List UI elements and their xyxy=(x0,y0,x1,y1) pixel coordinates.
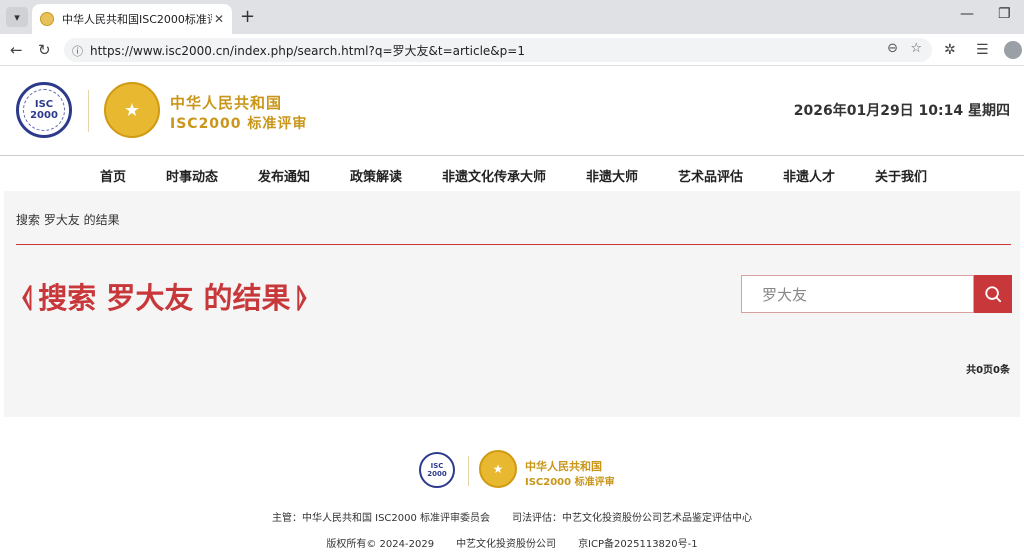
footer-judicial: 司法评估：中艺文化投资股份公司艺术品鉴定评估中心 xyxy=(512,513,753,524)
new-tab-icon[interactable]: + xyxy=(240,6,255,27)
tab-list-chevron-icon[interactable]: ▾ xyxy=(6,7,28,27)
search-icon xyxy=(985,286,1002,303)
page-title: 搜索 罗大友 的结果 xyxy=(38,281,291,315)
nav-item-news[interactable]: 时事动态 xyxy=(166,166,218,185)
zoom-icon[interactable]: ⊖ xyxy=(887,41,898,56)
footer-logo-divider xyxy=(468,456,469,486)
search-button[interactable] xyxy=(974,275,1012,313)
favicon-icon xyxy=(40,12,54,26)
browser-tabbar: ▾ 中华人民共和国ISC2000标准评审 ✕ + — ❐ xyxy=(0,0,1024,34)
isc-logo-inner: ISC 2000 xyxy=(23,89,65,131)
main-nav: 首页 时事动态 发布通知 政策解读 非遗文化传承大师 非遗大师 艺术品评估 非遗… xyxy=(0,157,1024,191)
restore-icon[interactable]: ❐ xyxy=(998,6,1011,22)
bookmark-star-icon[interactable]: ☆ xyxy=(910,41,922,56)
breadcrumb: 搜索 罗大友 的结果 xyxy=(16,213,120,227)
footer-isc-logo: ISC 2000 xyxy=(419,452,455,488)
org-name-cn: 中华人民共和国 xyxy=(170,94,283,112)
nav-item-policy[interactable]: 政策解读 xyxy=(350,166,402,185)
address-bar[interactable]: ⓘ https://www.isc2000.cn/index.php/searc… xyxy=(64,38,932,62)
site-footer: ISC 2000 ★ 中华人民共和国 ISC2000 标准评审 主管：中华人民共… xyxy=(0,417,1024,555)
extensions-icon[interactable]: ✲ xyxy=(944,42,956,58)
footer-emblem-icon: ★ xyxy=(479,450,517,488)
profile-avatar-icon[interactable] xyxy=(1004,41,1022,59)
divider xyxy=(16,244,1011,245)
current-datetime: 2026年01月29日 10:14 星期四 xyxy=(793,103,1010,119)
isc-logo-top: ISC xyxy=(34,99,54,110)
nav-item-notices[interactable]: 发布通知 xyxy=(258,166,310,185)
tab-title: 中华人民共和国ISC2000标准评审 xyxy=(62,13,212,26)
footer-icp[interactable]: 京ICP备2025113820号-1 xyxy=(578,539,698,550)
left-ornament-icon: ⦉ xyxy=(22,279,33,312)
org-name-en: ISC2000 标准评审 xyxy=(170,116,308,132)
footer-copyright: 版权所有© 2024-2029 xyxy=(326,539,435,550)
address-toolbar: ← ↻ ⓘ https://www.isc2000.cn/index.php/s… xyxy=(0,34,1024,66)
footer-line-2: 版权所有© 2024-2029 中艺文化投资股份公司 京ICP备2025113820… xyxy=(0,535,1024,550)
minimize-icon[interactable]: — xyxy=(960,6,974,22)
browser-tab[interactable]: 中华人民共和国ISC2000标准评审 ✕ xyxy=(32,4,232,34)
search-input[interactable]: 罗大友 xyxy=(741,275,974,313)
logo-divider xyxy=(88,90,89,132)
nav-item-art-appraisal[interactable]: 艺术品评估 xyxy=(678,166,743,185)
back-icon[interactable]: ← xyxy=(10,41,23,59)
pagination-info: 共0页0条 xyxy=(966,365,1010,376)
footer-line-1: 主管：中华人民共和国 ISC2000 标准评审委员会 司法评估：中艺文化投资股份公… xyxy=(0,509,1024,524)
isc-logo-bottom: 2000 xyxy=(30,110,58,121)
site-header: ISC 2000 ★ 中华人民共和国 ISC2000 标准评审 2026年01月… xyxy=(0,66,1024,156)
nav-item-home[interactable]: 首页 xyxy=(100,166,126,185)
nav-item-talent[interactable]: 非遗人才 xyxy=(783,166,835,185)
footer-sponsor: 主管：中华人民共和国 ISC2000 标准评审委员会 xyxy=(271,513,491,524)
right-ornament-icon: ⦊ xyxy=(296,279,307,312)
search-results-panel: 搜索 罗大友 的结果 ⦉ 搜索 罗大友 的结果 ⦊ 罗大友 共0页0条 xyxy=(4,191,1020,417)
footer-company: 中艺文化投资股份公司 xyxy=(456,539,557,550)
nav-item-heritage-masters[interactable]: 非遗文化传承大师 xyxy=(442,166,546,185)
favorites-icon[interactable]: ☰ xyxy=(976,42,989,58)
footer-org-en: ISC2000 标准评审 xyxy=(525,477,615,488)
national-emblem-icon: ★ xyxy=(104,82,160,138)
reload-icon[interactable]: ↻ xyxy=(38,41,51,59)
footer-logo-top: ISC xyxy=(430,462,444,470)
footer-org-cn: 中华人民共和国 xyxy=(525,460,602,473)
close-tab-icon[interactable]: ✕ xyxy=(214,12,224,26)
url-text: https://www.isc2000.cn/index.php/search.… xyxy=(90,43,525,58)
page-title-wrap: ⦉ 搜索 罗大友 的结果 ⦊ xyxy=(16,275,313,317)
nav-item-about[interactable]: 关于我们 xyxy=(875,166,927,185)
site-info-icon[interactable]: ⓘ xyxy=(72,43,83,59)
isc-logo[interactable]: ISC 2000 xyxy=(16,82,72,138)
nav-item-masters[interactable]: 非遗大师 xyxy=(586,166,638,185)
footer-logo-bottom: 2000 xyxy=(427,470,447,478)
